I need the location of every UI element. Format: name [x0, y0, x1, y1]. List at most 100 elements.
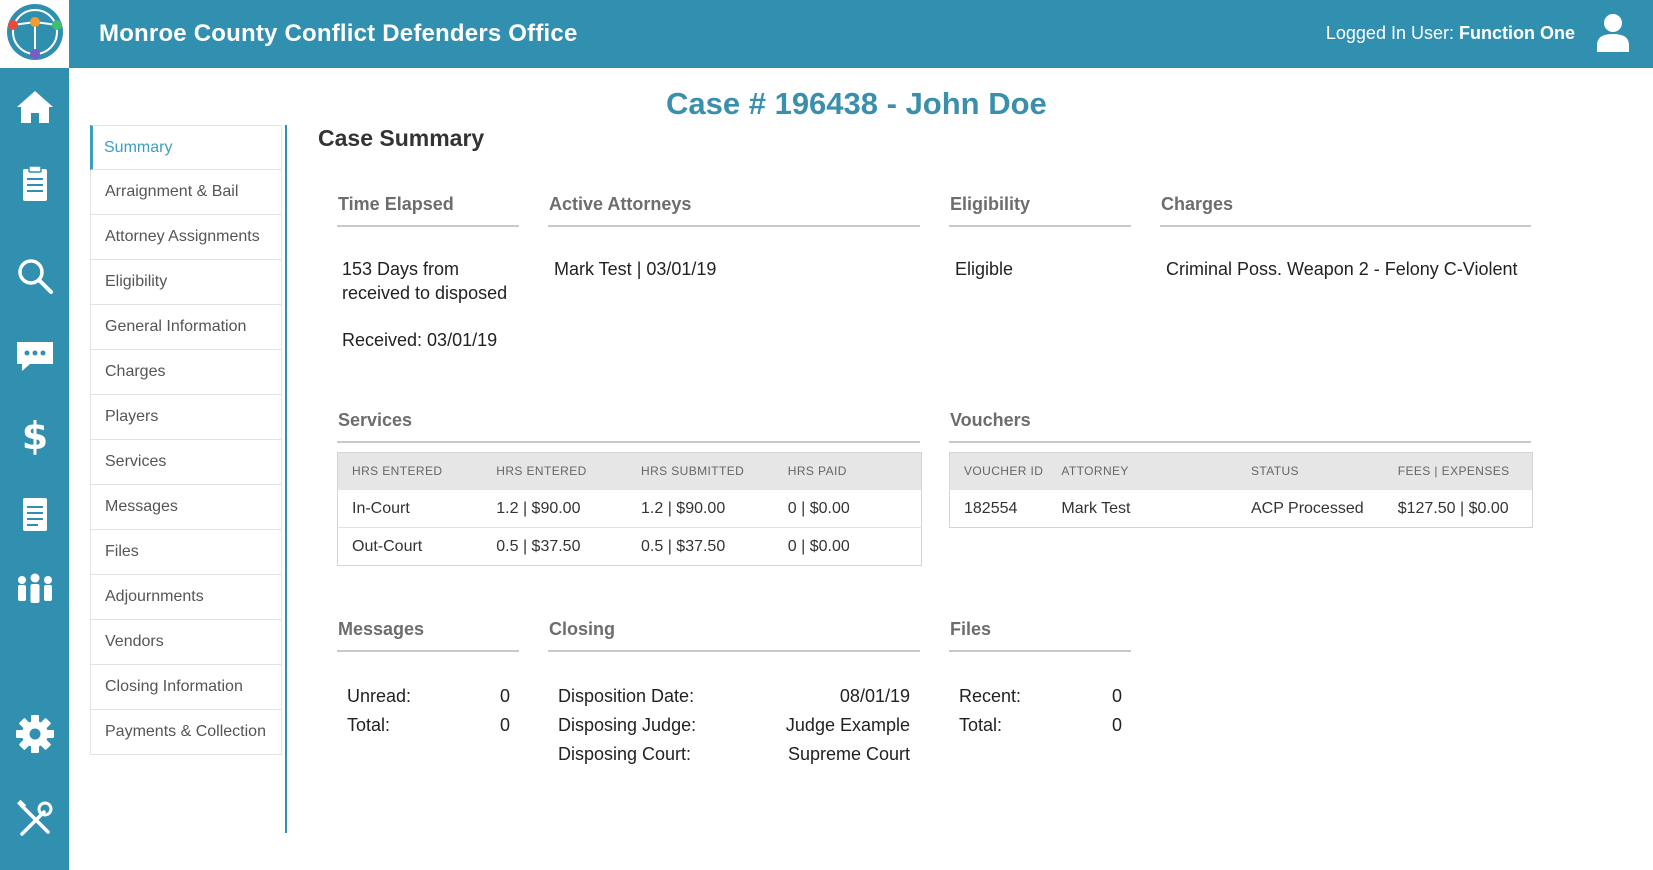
- services-title: Services: [337, 410, 920, 443]
- services-cell: 1.2 | $90.00: [627, 489, 774, 528]
- services-cell: 0 | $0.00: [773, 489, 922, 528]
- vouchers-cell: $127.50 | $0.00: [1383, 489, 1533, 528]
- tools-icon[interactable]: [14, 798, 56, 840]
- vouchers-cell: ACP Processed: [1236, 489, 1384, 528]
- user-label: Logged In User:: [1325, 23, 1454, 43]
- logged-in-user: Logged In User: Function One: [1326, 23, 1575, 44]
- messages-total-label: Total:: [347, 715, 391, 735]
- disposing-judge: Judge Example: [785, 715, 910, 735]
- messages-section: Messages: [337, 619, 519, 652]
- logo[interactable]: [0, 0, 69, 68]
- eligibility-value: Eligible: [955, 259, 1014, 279]
- subnav-item-summary[interactable]: Summary: [90, 125, 282, 170]
- page-heading: Case Summary: [318, 125, 485, 151]
- charges-title: Charges: [1160, 194, 1531, 227]
- eligibility-title: Eligibility: [949, 194, 1131, 227]
- app-header: Monroe County Conflict Defenders Office …: [0, 0, 1653, 68]
- subnav-item-closing-information[interactable]: Closing Information: [90, 665, 282, 710]
- vouchers-column-header: VOUCHER ID: [949, 452, 1048, 490]
- services-cell: In-Court: [337, 489, 483, 528]
- files-total-label: Total:: [959, 715, 1003, 735]
- subnav-item-adjournments[interactable]: Adjournments: [90, 575, 282, 620]
- active-attorney-value: Mark Test | 03/01/19: [554, 259, 717, 279]
- files-total-count: 0: [1111, 715, 1122, 735]
- closing-section: Closing: [548, 619, 920, 652]
- files-section: Files: [949, 619, 1131, 652]
- home-icon[interactable]: [14, 86, 56, 128]
- messages-title: Messages: [337, 619, 519, 652]
- table-row: In-Court 1.2 | $90.00 1.2 | $90.00 0 | $0.0…: [337, 489, 922, 528]
- services-column-header: HRS SUBMITTED: [627, 452, 774, 490]
- services-section: Services: [337, 410, 920, 443]
- subnav-item-services[interactable]: Services: [90, 440, 282, 485]
- active-attorneys-section: Active Attorneys Mark Test | 03/01/19: [548, 194, 920, 281]
- charges-section: Charges Criminal Poss. Weapon 2 - Felony…: [1160, 194, 1531, 281]
- subnav-item-payments-collection[interactable]: Payments & Collection: [90, 710, 282, 755]
- services-table: HRS ENTERED HRS ENTERED HRS SUBMITTED HRS P…: [337, 452, 922, 566]
- subnav-item-general-information[interactable]: General Information: [90, 305, 282, 350]
- files-title: Files: [949, 619, 1131, 652]
- subnav-item-files[interactable]: Files: [90, 530, 282, 575]
- case-title: Case # 196438 - John Doe: [666, 86, 1047, 121]
- people-icon[interactable]: [14, 568, 56, 610]
- services-column-header: HRS ENTERED: [482, 452, 627, 490]
- subnav-divider: [285, 125, 287, 833]
- table-row: Out-Court 0.5 | $37.50 0.5 | $37.50 0 | $0.…: [337, 527, 922, 566]
- files-counts: Recent: 0 Total: 0: [959, 686, 1122, 744]
- case-subnav: Summary Arraignment & Bail Attorney Assign…: [90, 125, 282, 755]
- user-profile-icon[interactable]: [1595, 12, 1631, 52]
- dollar-icon[interactable]: $: [14, 413, 56, 455]
- disposing-court: Supreme Court: [787, 744, 910, 764]
- unread-label: Unread:: [347, 686, 412, 706]
- clipboard-icon[interactable]: [14, 163, 56, 205]
- time-elapsed-title: Time Elapsed: [337, 194, 519, 227]
- disposition-date: 08/01/19: [839, 686, 910, 706]
- vouchers-table: VOUCHER ID ATTORNEY STATUS FEES | EXPENSES 1…: [949, 452, 1533, 528]
- messages-icon[interactable]: [14, 334, 56, 376]
- services-column-header: HRS ENTERED: [337, 452, 483, 490]
- services-column-header: HRS PAID: [773, 452, 922, 490]
- vouchers-cell: 182554: [949, 489, 1048, 528]
- charges-value: Criminal Poss. Weapon 2 - Felony C-Viole…: [1166, 259, 1518, 279]
- app-title: Monroe County Conflict Defenders Office: [99, 20, 578, 47]
- services-cell: 0.5 | $37.50: [482, 527, 627, 566]
- vouchers-title: Vouchers: [949, 410, 1531, 443]
- active-attorneys-title: Active Attorneys: [548, 194, 920, 227]
- time-elapsed-line2: received to disposed: [342, 283, 508, 303]
- messages-counts: Unread: 0 Total: 0: [347, 686, 510, 744]
- disposition-date-label: Disposition Date:: [558, 686, 695, 706]
- eligibility-section: Eligibility Eligible: [949, 194, 1131, 281]
- vouchers-column-header: ATTORNEY: [1047, 452, 1237, 490]
- services-cell: 0 | $0.00: [773, 527, 922, 566]
- subnav-item-eligibility[interactable]: Eligibility: [90, 260, 282, 305]
- disposing-court-label: Disposing Court:: [558, 744, 692, 764]
- subnav-item-players[interactable]: Players: [90, 395, 282, 440]
- subnav-item-vendors[interactable]: Vendors: [90, 620, 282, 665]
- recent-files-count: 0: [1111, 686, 1122, 706]
- vouchers-column-header: STATUS: [1236, 452, 1384, 490]
- vouchers-cell: Mark Test: [1047, 489, 1237, 528]
- services-cell: 1.2 | $90.00: [482, 489, 627, 528]
- document-icon[interactable]: [14, 493, 56, 535]
- svg-text:$: $: [22, 414, 48, 455]
- services-cell: Out-Court: [337, 527, 483, 566]
- search-icon[interactable]: [14, 255, 56, 297]
- time-elapsed-line1: 153 Days from: [342, 259, 460, 279]
- closing-details: Disposition Date: 08/01/19 Disposing Judg…: [558, 686, 910, 773]
- network-logo-icon: [7, 4, 63, 60]
- vouchers-section: Vouchers: [949, 410, 1531, 443]
- services-cell: 0.5 | $37.50: [627, 527, 774, 566]
- subnav-item-charges[interactable]: Charges: [90, 350, 282, 395]
- subnav-item-messages[interactable]: Messages: [90, 485, 282, 530]
- recent-files-label: Recent:: [959, 686, 1022, 706]
- user-name: Function One: [1459, 23, 1575, 43]
- subnav-item-attorney-assignments[interactable]: Attorney Assignments: [90, 215, 282, 260]
- side-rail: $: [0, 68, 69, 870]
- messages-total-count: 0: [499, 715, 510, 735]
- gear-icon[interactable]: [14, 713, 56, 755]
- subnav-item-arraignment-bail[interactable]: Arraignment & Bail: [90, 170, 282, 215]
- unread-count: 0: [499, 686, 510, 706]
- received-date: Received: 03/01/19: [342, 330, 498, 350]
- vouchers-column-header: FEES | EXPENSES: [1383, 452, 1533, 490]
- disposing-judge-label: Disposing Judge:: [558, 715, 697, 735]
